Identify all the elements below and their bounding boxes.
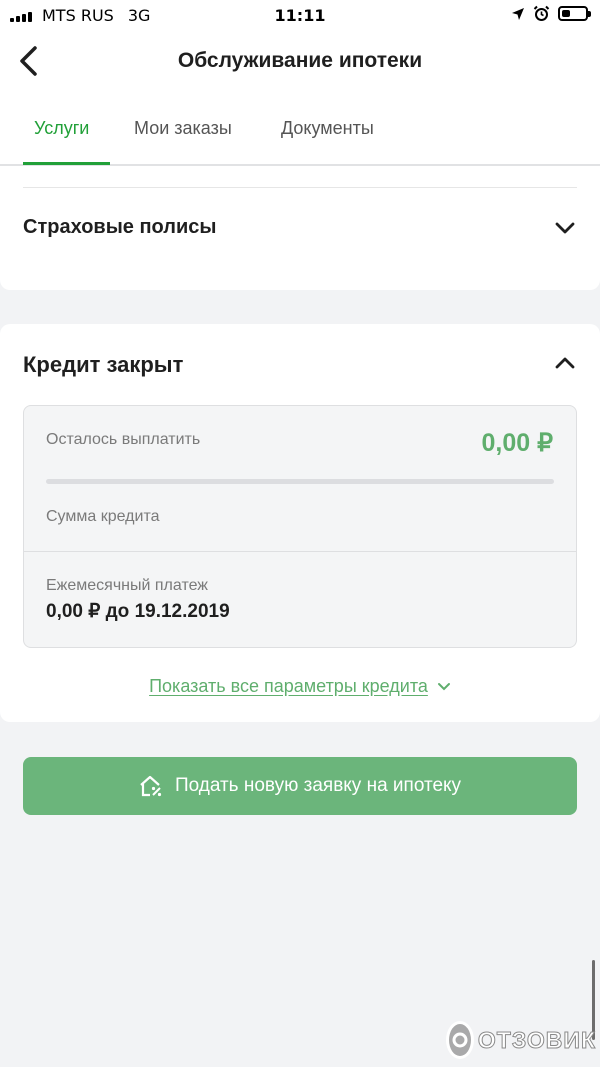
battery-icon	[558, 6, 591, 21]
credit-details-box: Осталось выплатить 0,00 ₽ Сумма кредита …	[23, 405, 577, 648]
status-time: 11:11	[274, 6, 326, 25]
show-all-params-link[interactable]: Показать все параметры кредита	[0, 676, 600, 697]
house-percent-icon	[140, 775, 162, 797]
repayment-progress-bar	[46, 479, 554, 484]
chevron-down-icon	[437, 683, 450, 691]
tab-services[interactable]: Услуги	[34, 118, 89, 139]
page-header: Обслуживание ипотеки Услуги Мои заказы Д…	[0, 32, 600, 166]
tab-documents[interactable]: Документы	[281, 118, 374, 139]
divider	[23, 187, 577, 188]
credit-card: Кредит закрыт Осталось выплатить 0,00 ₽ …	[0, 324, 600, 722]
apply-mortgage-button[interactable]: Подать новую заявку на ипотеку	[23, 757, 577, 815]
location-arrow-icon	[512, 7, 524, 20]
divider	[24, 551, 576, 552]
monthly-payment-label: Ежемесячный платеж	[46, 577, 209, 594]
watermark-text: ОТЗОВИК	[477, 1026, 596, 1053]
status-bar: MTS RUS 3G 11:11	[0, 0, 600, 32]
watermark-symbol-icon	[452, 1032, 468, 1048]
monthly-payment-value: 0,00 ₽ до 19.12.2019	[46, 601, 230, 622]
alarm-icon	[533, 5, 550, 21]
insurance-card: Страховые полисы	[0, 166, 600, 290]
apply-mortgage-label: Подать новую заявку на ипотеку	[174, 775, 462, 796]
battery-fill	[562, 10, 570, 17]
show-all-params-text: Показать все параметры кредита	[149, 676, 428, 696]
watermark: ОТЗОВИК	[446, 1018, 596, 1062]
credit-status-title[interactable]: Кредит закрыт	[23, 352, 183, 378]
active-tab-indicator	[23, 162, 110, 165]
tab-bar: Услуги Мои заказы Документы	[0, 102, 600, 166]
loan-amount-label: Сумма кредита	[46, 508, 160, 525]
insurance-title[interactable]: Страховые полисы	[23, 216, 216, 239]
status-right	[511, 5, 591, 22]
chevron-down-icon[interactable]	[554, 221, 576, 235]
remaining-amount: 0,00 ₽	[481, 429, 553, 457]
remaining-label: Осталось выплатить	[46, 431, 201, 448]
tab-my-orders[interactable]: Мои заказы	[134, 118, 232, 139]
page-title: Обслуживание ипотеки	[177, 49, 423, 72]
watermark-logo-icon	[446, 1021, 474, 1059]
chevron-up-icon[interactable]	[554, 356, 576, 370]
